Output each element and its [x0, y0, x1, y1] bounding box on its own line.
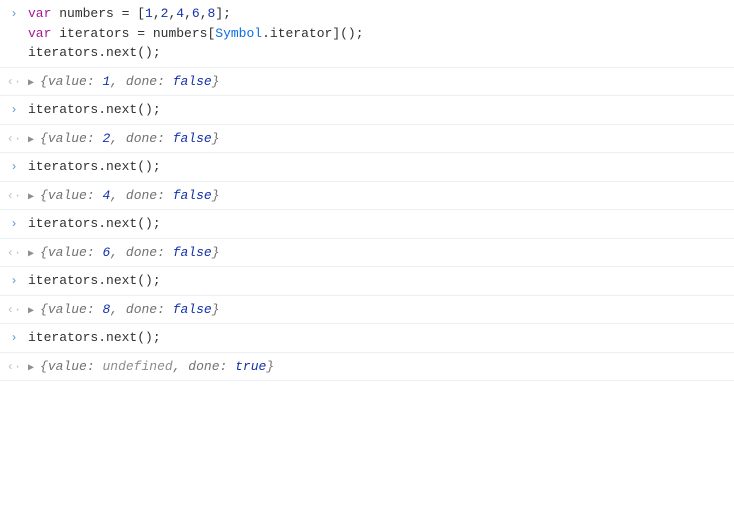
console-input-row[interactable]: › iterators.next(); — [0, 96, 734, 125]
disclosure-triangle-icon[interactable]: ▶ — [28, 304, 34, 319]
output-prompt-icon: ‹· — [0, 300, 28, 319]
input-prompt-icon: › — [0, 157, 28, 176]
output-object[interactable]: ▶ {value: 2, done: false} — [28, 129, 728, 149]
input-code: var numbers = [1,2,4,6,8]; var iterators… — [28, 4, 728, 63]
input-prompt-icon: › — [0, 328, 28, 347]
disclosure-triangle-icon[interactable]: ▶ — [28, 361, 34, 376]
input-prompt-icon: › — [0, 214, 28, 233]
output-prompt-icon: ‹· — [0, 243, 28, 262]
console-input-row[interactable]: › iterators.next(); — [0, 267, 734, 296]
input-code: iterators.next(); — [28, 214, 728, 234]
input-code: iterators.next(); — [28, 100, 728, 120]
output-prompt-icon: ‹· — [0, 129, 28, 148]
console-input-row[interactable]: › iterators.next(); — [0, 210, 734, 239]
output-object[interactable]: ▶ {value: 1, done: false} — [28, 72, 728, 92]
console-output-row: ‹· ▶ {value: 4, done: false} — [0, 182, 734, 211]
input-code: iterators.next(); — [28, 328, 728, 348]
input-code: iterators.next(); — [28, 157, 728, 177]
disclosure-triangle-icon[interactable]: ▶ — [28, 190, 34, 205]
output-prompt-icon: ‹· — [0, 357, 28, 376]
output-prompt-icon: ‹· — [0, 186, 28, 205]
console-output-row: ‹· ▶ {value: 8, done: false} — [0, 296, 734, 325]
output-object[interactable]: ▶ {value: undefined, done: true} — [28, 357, 728, 377]
output-prompt-icon: ‹· — [0, 72, 28, 91]
input-code: iterators.next(); — [28, 271, 728, 291]
console-output-row: ‹· ▶ {value: undefined, done: true} — [0, 353, 734, 382]
disclosure-triangle-icon[interactable]: ▶ — [28, 76, 34, 91]
disclosure-triangle-icon[interactable]: ▶ — [28, 247, 34, 262]
output-object[interactable]: ▶ {value: 8, done: false} — [28, 300, 728, 320]
console-output-row: ‹· ▶ {value: 1, done: false} — [0, 68, 734, 97]
output-object[interactable]: ▶ {value: 4, done: false} — [28, 186, 728, 206]
console-input-row[interactable]: › iterators.next(); — [0, 153, 734, 182]
console-input-row[interactable]: › iterators.next(); — [0, 324, 734, 353]
input-prompt-icon: › — [0, 4, 28, 23]
disclosure-triangle-icon[interactable]: ▶ — [28, 133, 34, 148]
output-object[interactable]: ▶ {value: 6, done: false} — [28, 243, 728, 263]
console-output-row: ‹· ▶ {value: 6, done: false} — [0, 239, 734, 268]
console-output-row: ‹· ▶ {value: 2, done: false} — [0, 125, 734, 154]
input-prompt-icon: › — [0, 100, 28, 119]
input-prompt-icon: › — [0, 271, 28, 290]
console-input-row[interactable]: › var numbers = [1,2,4,6,8]; var iterato… — [0, 0, 734, 68]
